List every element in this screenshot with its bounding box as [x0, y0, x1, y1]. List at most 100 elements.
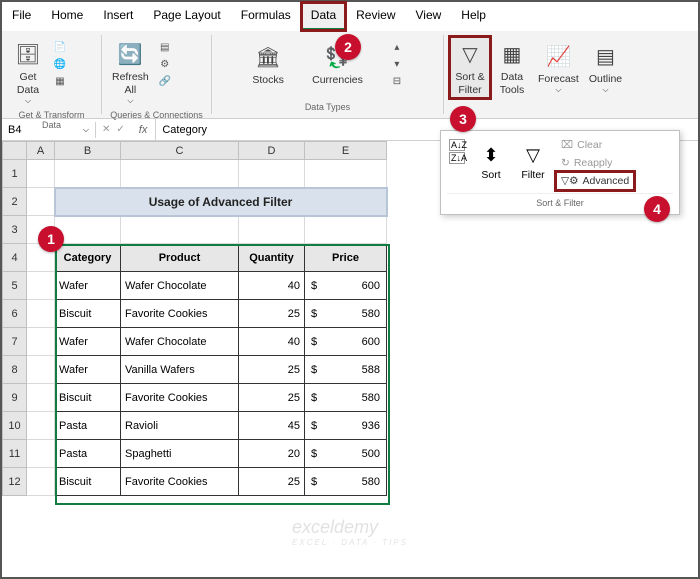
menu-insert[interactable]: Insert — [93, 2, 143, 31]
menu-view[interactable]: View — [406, 2, 452, 31]
cell[interactable]: $580 — [305, 300, 387, 328]
from-web-icon[interactable]: 🌐 — [52, 56, 68, 72]
cell[interactable]: 40 — [239, 272, 305, 300]
cell[interactable]: Wafer — [55, 356, 121, 384]
data-tools-button[interactable]: ▦ Data Tools — [492, 37, 532, 98]
cell[interactable]: Wafer Chocolate — [121, 328, 239, 356]
refresh-all-button[interactable]: 🔄 Refresh All ⌵ — [108, 37, 153, 108]
cell[interactable]: Biscuit — [55, 300, 121, 328]
cell[interactable]: Vanilla Wafers — [121, 356, 239, 384]
from-table-icon[interactable]: ▦ — [52, 73, 68, 89]
row-header[interactable]: 11 — [3, 440, 27, 468]
sort-filter-label: Sort & Filter — [455, 71, 484, 96]
sort-asc-button[interactable]: A↓Z — [449, 139, 465, 151]
header-quantity[interactable]: Quantity — [239, 244, 305, 272]
cell[interactable]: $936 — [305, 412, 387, 440]
col-header-c[interactable]: C — [121, 142, 239, 160]
cell[interactable]: Biscuit — [55, 384, 121, 412]
sort-button[interactable]: ⬍ Sort — [473, 137, 509, 185]
sort-desc-button[interactable]: Z↓A — [449, 152, 465, 164]
filter-label: Filter — [521, 169, 544, 181]
edit-links-icon[interactable]: 🔗 — [157, 73, 173, 89]
select-all-corner[interactable] — [3, 142, 27, 160]
scroll-up-icon[interactable]: ▴ — [389, 39, 405, 55]
cell[interactable]: Ravioli — [121, 412, 239, 440]
cell[interactable]: Favorite Cookies — [121, 468, 239, 496]
ribbon-group-queries: 🔄 Refresh All ⌵ ▤ ⚙ 🔗 Queries & Connecti… — [102, 35, 212, 114]
cell[interactable]: 45 — [239, 412, 305, 440]
more-icon[interactable]: ⊟ — [389, 73, 405, 89]
menu-review[interactable]: Review — [346, 2, 405, 31]
cell[interactable]: Biscuit — [55, 468, 121, 496]
stocks-button[interactable]: 🏛 Stocks — [248, 37, 288, 91]
col-header-e[interactable]: E — [305, 142, 387, 160]
callout-2: 2 — [335, 34, 361, 60]
header-product[interactable]: Product — [121, 244, 239, 272]
cell[interactable]: $600 — [305, 272, 387, 300]
advanced-option[interactable]: ▽⚙ Advanced — [557, 173, 633, 189]
cell[interactable]: 20 — [239, 440, 305, 468]
col-header-a[interactable]: A — [27, 142, 55, 160]
menu-data[interactable]: Data — [301, 2, 346, 31]
cell[interactable]: 25 — [239, 356, 305, 384]
cell[interactable]: Favorite Cookies — [121, 384, 239, 412]
row-header[interactable]: 2 — [3, 188, 27, 216]
quick-sort-icons: A↓Z Z↓A — [447, 137, 467, 166]
advanced-icon: ▽⚙ — [561, 175, 579, 187]
outline-button[interactable]: ▤ Outline ⌵ — [585, 37, 626, 98]
fx-label[interactable]: fx — [131, 119, 157, 140]
cell[interactable]: Favorite Cookies — [121, 300, 239, 328]
cell[interactable]: $500 — [305, 440, 387, 468]
col-header-b[interactable]: B — [55, 142, 121, 160]
row-header[interactable]: 3 — [3, 216, 27, 244]
cell[interactable]: $588 — [305, 356, 387, 384]
watermark: exceldemy EXCEL · DATA · TIPS — [292, 517, 408, 547]
from-text-icon[interactable]: 📄 — [52, 39, 68, 55]
cell[interactable]: $600 — [305, 328, 387, 356]
callout-3: 3 — [450, 106, 476, 132]
menu-file[interactable]: File — [2, 2, 41, 31]
menu-home[interactable]: Home — [41, 2, 93, 31]
menu-formulas[interactable]: Formulas — [231, 2, 301, 31]
row-header[interactable]: 4 — [3, 244, 27, 272]
get-data-button[interactable]: 🗄 Get Data ⌵ — [8, 37, 48, 108]
row-header[interactable]: 10 — [3, 412, 27, 440]
cell[interactable]: Wafer — [55, 328, 121, 356]
row-header[interactable]: 5 — [3, 272, 27, 300]
enter-icon[interactable]: ✓ — [116, 124, 124, 135]
cell[interactable]: $580 — [305, 384, 387, 412]
cancel-icon[interactable]: ✕ — [102, 124, 110, 135]
col-header-d[interactable]: D — [239, 142, 305, 160]
cell[interactable]: 40 — [239, 328, 305, 356]
callout-1: 1 — [38, 226, 64, 252]
row-header[interactable]: 7 — [3, 328, 27, 356]
cell[interactable]: $580 — [305, 468, 387, 496]
cell[interactable]: Pasta — [55, 440, 121, 468]
forecast-button[interactable]: 📈 Forecast ⌵ — [534, 37, 583, 98]
outline-label: Outline — [589, 73, 622, 86]
row-header[interactable]: 6 — [3, 300, 27, 328]
row-header[interactable]: 8 — [3, 356, 27, 384]
row-header[interactable]: 1 — [3, 160, 27, 188]
sheet-title[interactable]: Usage of Advanced Filter — [55, 188, 387, 216]
cell[interactable]: 25 — [239, 468, 305, 496]
cell[interactable]: Pasta — [55, 412, 121, 440]
cell[interactable]: 25 — [239, 300, 305, 328]
sort-filter-dropdown: A↓Z Z↓A ⬍ Sort ▽ Filter ⌧ Clear ↻ Reappl… — [440, 130, 680, 215]
menu-page-layout[interactable]: Page Layout — [143, 2, 230, 31]
cell[interactable]: Wafer Chocolate — [121, 272, 239, 300]
row-header[interactable]: 9 — [3, 384, 27, 412]
cell[interactable]: 25 — [239, 384, 305, 412]
header-category[interactable]: Category — [55, 244, 121, 272]
scroll-down-icon[interactable]: ▾ — [389, 56, 405, 72]
sort-filter-button[interactable]: ▽ Sort & Filter — [450, 37, 490, 98]
menu-help[interactable]: Help — [451, 2, 496, 31]
row-header[interactable]: 12 — [3, 468, 27, 496]
header-price[interactable]: Price — [305, 244, 387, 272]
properties-icon[interactable]: ⚙ — [157, 56, 173, 72]
queries-icon[interactable]: ▤ — [157, 39, 173, 55]
filter-button[interactable]: ▽ Filter — [515, 137, 551, 185]
cell[interactable]: Spaghetti — [121, 440, 239, 468]
cell[interactable]: Wafer — [55, 272, 121, 300]
reapply-option: ↻ Reapply — [557, 155, 633, 171]
